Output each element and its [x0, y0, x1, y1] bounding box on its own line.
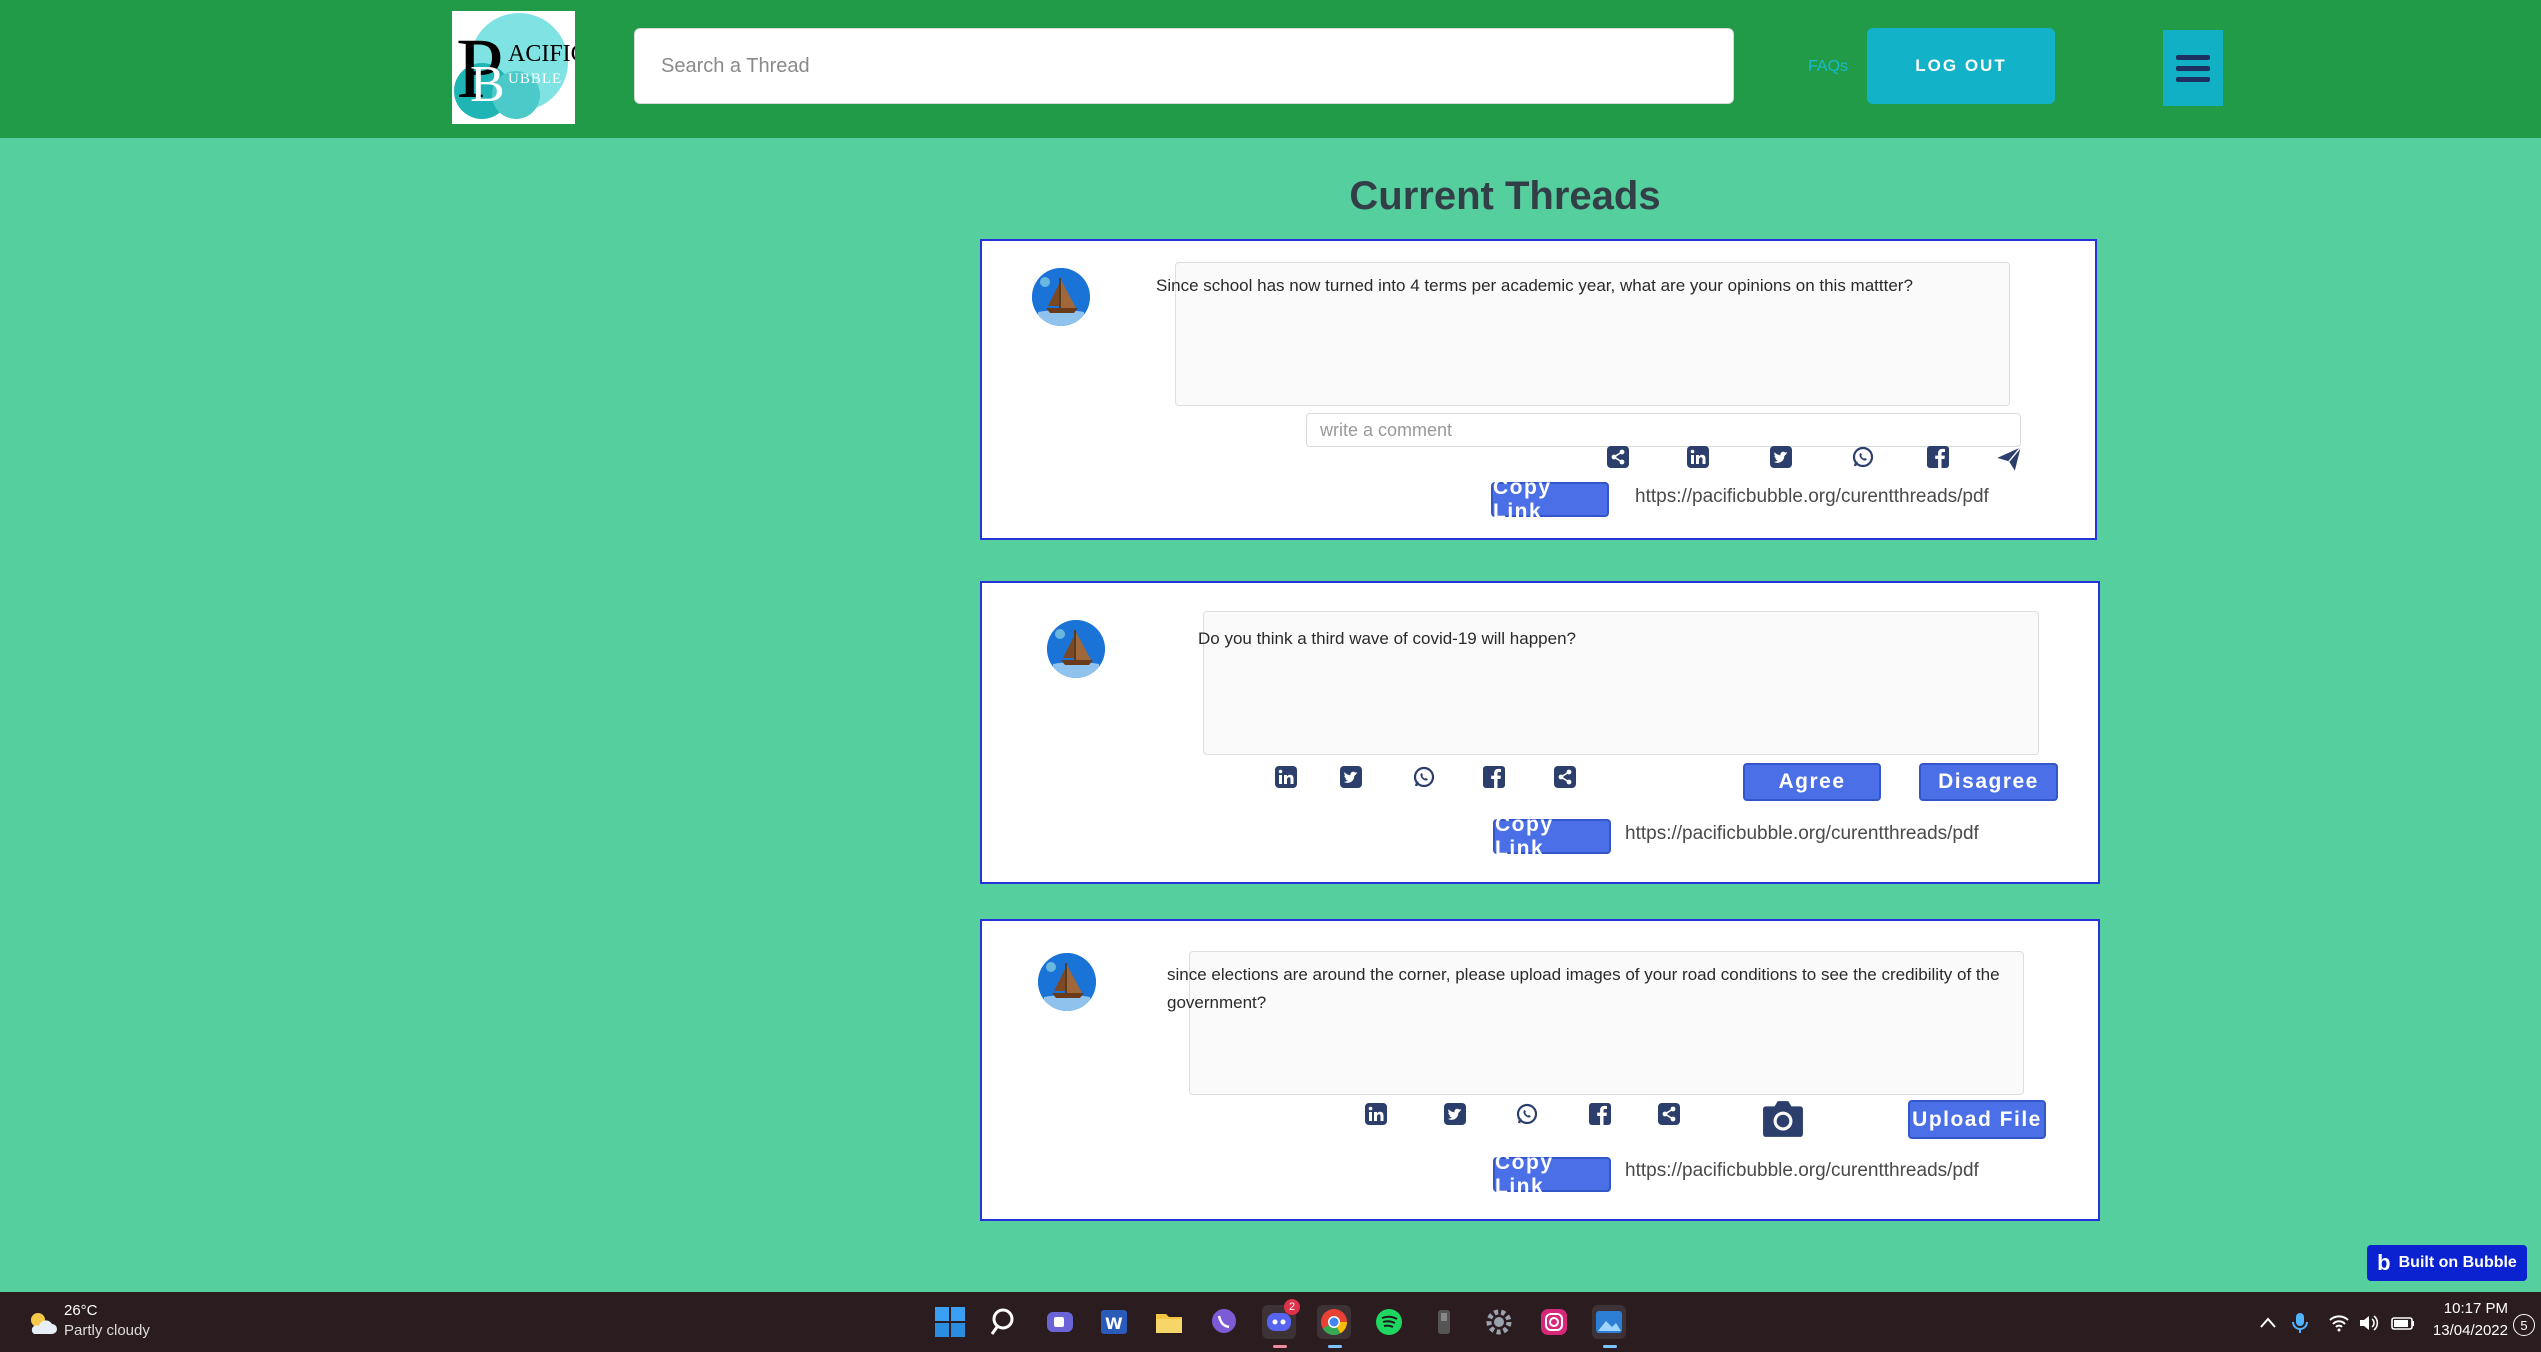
linkedin-icon[interactable]	[1686, 445, 1710, 469]
svg-text:W: W	[1105, 1314, 1123, 1333]
battery-icon[interactable]	[2390, 1313, 2416, 1333]
partly-cloudy-icon[interactable]	[26, 1310, 58, 1336]
facebook-icon[interactable]	[1588, 1102, 1612, 1126]
search-icon[interactable]	[988, 1305, 1022, 1339]
notification-center-icon[interactable]: 5	[2513, 1314, 2535, 1336]
clock-date[interactable]: 13/04/2022	[2420, 1322, 2508, 1339]
whatsapp-icon[interactable]	[1515, 1102, 1539, 1126]
volume-icon[interactable]	[2358, 1313, 2380, 1333]
page-title: Current Threads	[1349, 174, 1661, 218]
facebook-icon[interactable]	[1482, 765, 1506, 789]
settings-gear-icon[interactable]	[1482, 1305, 1516, 1339]
facebook-icon[interactable]	[1926, 445, 1950, 469]
teams-chat-icon[interactable]	[1043, 1305, 1077, 1339]
comment-input[interactable]	[1306, 413, 2021, 447]
bubble-logo-icon: b	[2377, 1250, 2391, 1275]
disagree-button[interactable]: Disagree	[1919, 763, 2058, 801]
whatsapp-icon[interactable]	[1851, 445, 1875, 469]
viber-icon[interactable]	[1207, 1305, 1241, 1339]
linkedin-icon[interactable]	[1364, 1102, 1388, 1126]
thread-question: Since school has now turned into 4 terms…	[1156, 276, 1913, 295]
logout-button[interactable]: LOG OUT	[1867, 28, 2055, 104]
photos-running-indicator	[1603, 1345, 1617, 1348]
share-icon[interactable]	[1657, 1102, 1681, 1126]
discord-running-indicator	[1273, 1345, 1287, 1348]
file-explorer-icon[interactable]	[1152, 1305, 1186, 1339]
photos-icon[interactable]	[1592, 1305, 1626, 1339]
thread-question: Do you think a third wave of covid-19 wi…	[1198, 629, 1576, 648]
twitter-icon[interactable]	[1339, 765, 1363, 789]
weather-description[interactable]: Partly cloudy	[64, 1322, 150, 1339]
thread-url: https://pacificbubble.org/curentthreads/…	[1625, 823, 1979, 844]
copy-link-button[interactable]: Copy Link	[1493, 1151, 1611, 1198]
weather-temperature[interactable]: 26°C	[64, 1302, 98, 1319]
wifi-icon[interactable]	[2328, 1313, 2350, 1333]
share-icon[interactable]	[1606, 445, 1630, 469]
chevron-up-icon[interactable]	[2258, 1313, 2278, 1333]
built-on-bubble-label: Built on Bubble	[2398, 1254, 2517, 1271]
built-on-bubble-badge[interactable]: b Built on Bubble	[2367, 1245, 2527, 1281]
spotify-icon[interactable]	[1372, 1305, 1406, 1339]
avatar	[1032, 268, 1090, 326]
thread-url: https://pacificbubble.org/curentthreads/…	[1625, 1160, 1979, 1181]
start-menu-icon[interactable]	[933, 1305, 967, 1339]
avatar	[1047, 620, 1105, 678]
instagram-icon[interactable]	[1537, 1305, 1571, 1339]
twitter-icon[interactable]	[1443, 1102, 1467, 1126]
search-thread-input[interactable]	[634, 28, 1734, 104]
avatar	[1038, 953, 1096, 1011]
app-icon[interactable]	[1427, 1305, 1461, 1339]
share-icon[interactable]	[1553, 765, 1577, 789]
send-icon[interactable]	[1995, 445, 2023, 473]
whatsapp-icon[interactable]	[1412, 765, 1436, 789]
microphone-icon[interactable]	[2290, 1311, 2310, 1335]
clock-time[interactable]: 10:17 PM	[2428, 1300, 2508, 1317]
thread-question: since elections are around the corner, p…	[1167, 965, 2000, 1012]
camera-icon[interactable]	[1762, 1100, 1804, 1138]
agree-button[interactable]: Agree	[1743, 763, 1881, 801]
upload-file-button[interactable]: Upload File	[1908, 1100, 2046, 1139]
twitter-icon[interactable]	[1769, 445, 1793, 469]
faqs-link[interactable]: FAQs	[1808, 58, 1848, 76]
chrome-icon[interactable]	[1317, 1305, 1351, 1339]
copy-link-button[interactable]: Copy Link	[1493, 813, 1611, 860]
copy-link-button[interactable]: Copy Link	[1491, 476, 1609, 523]
discord-notification-badge: 2	[1284, 1299, 1300, 1315]
word-icon[interactable]: W	[1097, 1305, 1131, 1339]
pacific-bubble-logo[interactable]: P B ACIFIC UBBLE	[452, 11, 575, 124]
chrome-running-indicator	[1328, 1345, 1342, 1348]
thread-url: https://pacificbubble.org/curentthreads/…	[1635, 486, 1989, 507]
linkedin-icon[interactable]	[1274, 765, 1298, 789]
hamburger-menu-icon[interactable]	[2163, 30, 2223, 106]
